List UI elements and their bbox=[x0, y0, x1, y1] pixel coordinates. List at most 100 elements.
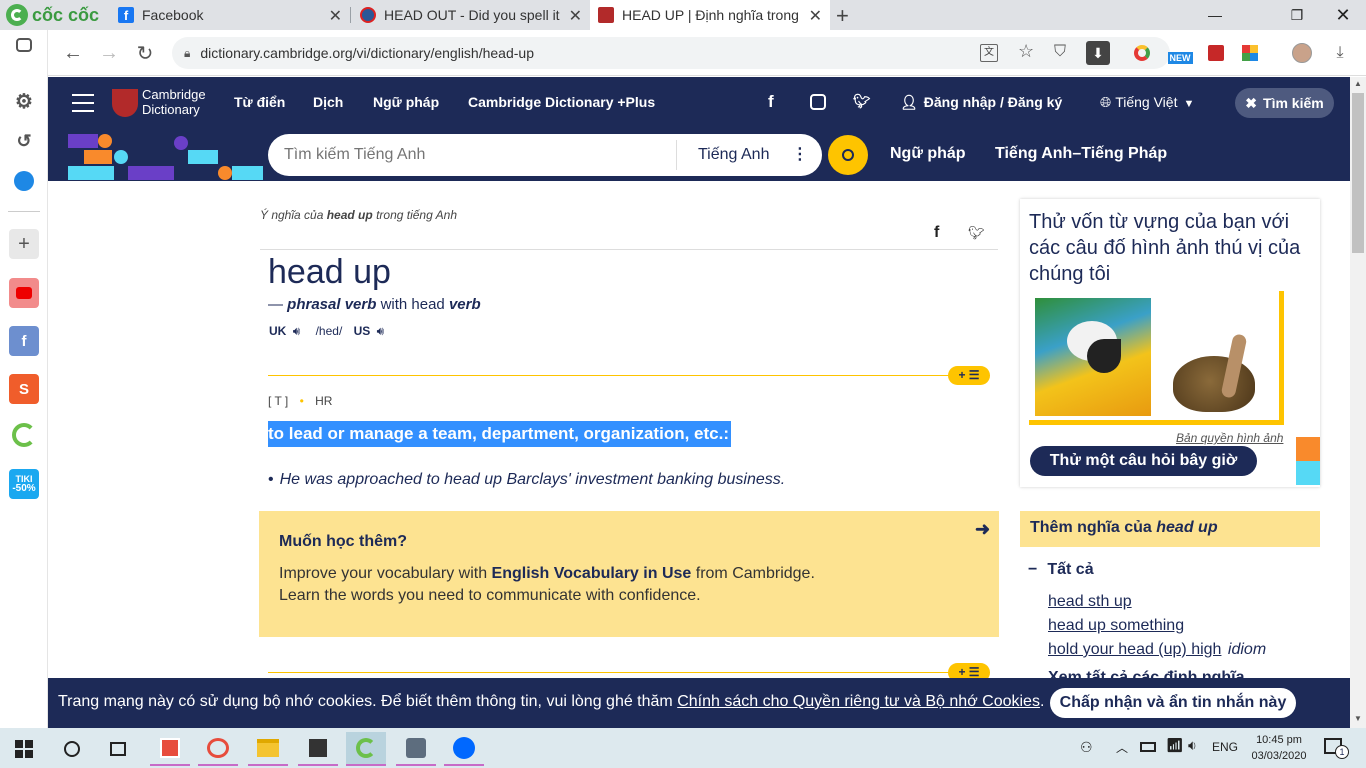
youtube-icon[interactable] bbox=[9, 278, 39, 308]
more-link[interactable]: head up something bbox=[1048, 617, 1184, 635]
page-scrollbar[interactable]: ▲ ▼ bbox=[1350, 77, 1366, 728]
forward-button[interactable]: → bbox=[96, 40, 122, 66]
quiz-panel: Thử vốn từ vựng của bạn với các câu đố h… bbox=[1020, 199, 1320, 487]
twitter-icon[interactable]: 🐦︎ bbox=[853, 93, 871, 110]
translate-icon[interactable]: 文 bbox=[980, 44, 998, 62]
network-icon[interactable]: 📶︎ bbox=[1166, 737, 1184, 754]
search-toggle-button[interactable]: ✖ Tìm kiếm bbox=[1235, 88, 1334, 118]
sticky-notes-icon[interactable] bbox=[298, 732, 338, 766]
downloads-icon[interactable]: ⤓ bbox=[1330, 43, 1350, 63]
new-tab-button[interactable]: + bbox=[836, 3, 849, 29]
cambridge-logo[interactable]: Cambridge Dictionary bbox=[112, 87, 212, 119]
app-icon-3[interactable] bbox=[396, 732, 436, 766]
scroll-up-arrow[interactable]: ▲ bbox=[1354, 79, 1362, 88]
facebook-icon: f bbox=[118, 7, 134, 23]
promo-box[interactable]: Muốn học thêm? ➜ Improve your vocabulary… bbox=[259, 511, 999, 637]
speaker-uk-icon[interactable]: 🔊︎ bbox=[293, 324, 301, 338]
quiz-heading: Thử vốn từ vựng của bạn với các câu đố h… bbox=[1029, 211, 1301, 285]
nav-plus[interactable]: Cambridge Dictionary +Plus bbox=[468, 94, 655, 110]
tab-close-icon[interactable]: ✕ bbox=[569, 6, 582, 26]
add-to-wordlist-button[interactable]: + ☰ bbox=[948, 663, 990, 678]
more-link[interactable]: head sth up bbox=[1048, 593, 1132, 611]
people-icon[interactable]: ⚇ bbox=[1080, 739, 1093, 756]
nav-dictionary[interactable]: Từ điển bbox=[234, 94, 285, 110]
bookmark-star-icon[interactable]: ☆ bbox=[1018, 41, 1034, 62]
sidebar-toggle-icon[interactable] bbox=[16, 38, 32, 52]
nav-grammar[interactable]: Ngữ pháp bbox=[373, 94, 439, 110]
add-to-wordlist-button[interactable]: + ☰ bbox=[948, 366, 990, 385]
quiz-start-button[interactable]: Thử một câu hỏi bây giờ bbox=[1030, 446, 1257, 476]
hamburger-menu-icon[interactable] bbox=[72, 94, 94, 112]
close-window-button[interactable]: ✕ bbox=[1320, 0, 1366, 30]
more-link[interactable]: hold your head (up) high bbox=[1048, 641, 1221, 658]
back-button[interactable]: ← bbox=[60, 40, 86, 66]
extension-red-icon[interactable] bbox=[1206, 43, 1226, 63]
coccoc-sidebar-icon[interactable] bbox=[9, 420, 39, 450]
arrow-right-icon[interactable]: ➜ bbox=[975, 519, 990, 540]
image-credit-link[interactable]: Bản quyền hình ảnh bbox=[1176, 431, 1283, 445]
dictionary-select[interactable]: Tiếng Anh ⋮ bbox=[698, 144, 808, 164]
file-explorer-icon[interactable] bbox=[248, 732, 288, 766]
task-view-icon[interactable] bbox=[98, 732, 138, 766]
facebook-icon[interactable]: f bbox=[768, 92, 774, 112]
notification-icon[interactable]: 1 bbox=[1324, 738, 1349, 759]
extension-new-icon[interactable]: NEW bbox=[1166, 43, 1194, 64]
app-icon-1[interactable] bbox=[150, 732, 190, 766]
cookie-policy-link[interactable]: Chính sách cho Quyền riêng tư và Bộ nhớ … bbox=[677, 693, 1040, 710]
nav-translate[interactable]: Dịch bbox=[313, 94, 343, 110]
search-link-english-french[interactable]: Tiếng Anh–Tiếng Pháp bbox=[995, 145, 1167, 163]
input-language[interactable]: ENG bbox=[1212, 740, 1238, 754]
tab-head-out[interactable]: HEAD OUT - Did you spell it c ✕ bbox=[352, 0, 590, 30]
tray-chevron-up-icon[interactable]: ︿ bbox=[1116, 739, 1128, 756]
download-icon[interactable]: ⬇ bbox=[1086, 41, 1110, 65]
windows-start-icon[interactable] bbox=[4, 732, 44, 766]
decorative-blocks bbox=[68, 134, 263, 180]
clock[interactable]: 10:45 pm 03/03/2020 bbox=[1246, 732, 1312, 764]
shield-icon[interactable]: ⛉ bbox=[1054, 43, 1066, 61]
scroll-down-arrow[interactable]: ▼ bbox=[1354, 714, 1362, 723]
volume-icon[interactable]: 🔉︎ bbox=[1188, 737, 1197, 754]
zalo-icon[interactable] bbox=[444, 732, 484, 766]
language-selector[interactable]: 🌐︎ Tiếng Việt ▼ bbox=[1100, 94, 1194, 111]
speaker-us-icon[interactable]: 🔊︎ bbox=[377, 324, 385, 338]
tab-close-icon[interactable]: ✕ bbox=[809, 6, 822, 26]
profile-avatar[interactable] bbox=[1292, 43, 1312, 63]
reload-button[interactable]: ↻ bbox=[132, 40, 158, 66]
share-facebook-icon[interactable]: f bbox=[934, 224, 939, 242]
search-button[interactable] bbox=[828, 135, 868, 175]
tab-title: HEAD OUT - Did you spell it c bbox=[384, 7, 564, 23]
login-link[interactable]: 👤︎ Đăng nhập / Đăng ký bbox=[900, 94, 1062, 111]
decorative-block bbox=[1296, 437, 1320, 461]
history-icon[interactable]: ↺ bbox=[9, 126, 39, 156]
coccoc-taskbar-icon[interactable] bbox=[346, 732, 386, 766]
quiz-images[interactable] bbox=[1029, 291, 1284, 425]
more-all-toggle[interactable]: − Tất cả bbox=[1028, 561, 1094, 579]
share-twitter-icon[interactable]: 🐦︎ bbox=[968, 225, 985, 241]
add-shortcut-icon[interactable]: + bbox=[9, 229, 39, 259]
scroll-thumb[interactable] bbox=[1352, 93, 1364, 253]
address-bar[interactable]: 🔒︎ dictionary.cambridge.org/vi/dictionar… bbox=[172, 37, 1170, 69]
extension-grid-icon[interactable] bbox=[1240, 43, 1260, 63]
tab-head-up[interactable]: HEAD UP | Định nghĩa trong T ✕ bbox=[590, 0, 830, 30]
search-link-grammar[interactable]: Ngữ pháp bbox=[890, 145, 966, 163]
app-icon-2[interactable] bbox=[198, 732, 238, 766]
shopee-icon[interactable]: S bbox=[9, 374, 39, 404]
minimize-button[interactable]: ― bbox=[1192, 0, 1238, 30]
messenger-icon[interactable] bbox=[9, 166, 39, 196]
tab-close-icon[interactable]: ✕ bbox=[329, 6, 342, 26]
tab-strip: cốc cốc f Facebook ✕ HEAD OUT - Did you … bbox=[0, 0, 1366, 30]
tiki-icon[interactable]: TIKI -50% bbox=[9, 469, 39, 499]
settings-gear-icon[interactable]: ⚙ bbox=[9, 86, 39, 116]
instagram-icon[interactable] bbox=[810, 94, 826, 110]
tab-facebook[interactable]: f Facebook ✕ bbox=[110, 0, 350, 30]
extension-chrome-icon[interactable] bbox=[1132, 43, 1152, 63]
breadcrumb: Ý nghĩa của head up trong tiếng Anh bbox=[260, 208, 458, 222]
battery-icon[interactable] bbox=[1140, 742, 1156, 752]
search-input[interactable] bbox=[284, 142, 664, 168]
facebook-sidebar-icon[interactable]: f bbox=[9, 326, 39, 356]
coccoc-logo[interactable]: cốc cốc bbox=[6, 3, 106, 27]
maximize-button[interactable]: ❐ bbox=[1274, 0, 1320, 30]
see-all-link[interactable]: Xem tất cả các định nghĩa bbox=[1048, 669, 1245, 678]
search-circle-icon[interactable] bbox=[52, 732, 92, 766]
cookie-accept-button[interactable]: Chấp nhận và ẩn tin nhắn này bbox=[1050, 688, 1296, 718]
